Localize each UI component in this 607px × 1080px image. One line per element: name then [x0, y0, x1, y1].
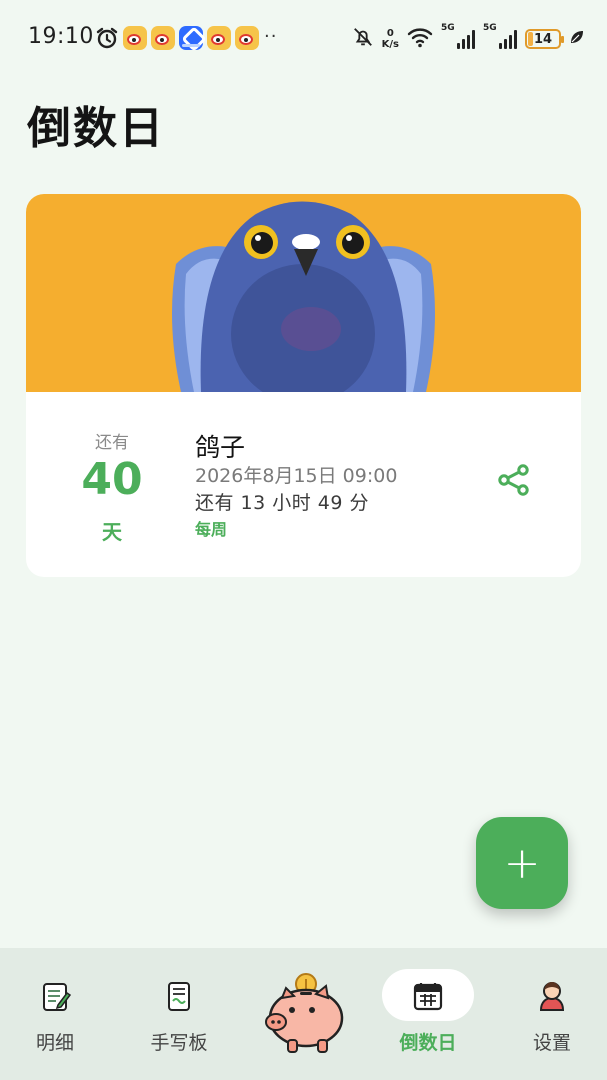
piggy-bank-icon: [265, 973, 344, 1053]
nav-label-settings: 设置: [532, 1032, 571, 1054]
nav-label-notepad: 手写板: [150, 1032, 208, 1054]
weibo-icon: [151, 26, 175, 50]
app-icon: [179, 26, 203, 50]
event-datetime: 2026年8月15日 09:00: [195, 465, 398, 487]
plus-icon: +: [503, 837, 541, 889]
add-event-button[interactable]: +: [476, 817, 568, 909]
net-speed-value: 0: [386, 28, 394, 39]
leaf-icon: [569, 29, 585, 49]
days-unit: 天: [102, 520, 122, 544]
remain-label: 还有: [95, 433, 129, 453]
status-right-group: 0 K/s 5G 5G 14: [352, 22, 585, 56]
event-name: 鸽子: [195, 433, 246, 462]
weibo-icon: [123, 26, 147, 50]
signal-2-icon: 5G: [483, 23, 517, 49]
signal-1-icon: 5G: [441, 23, 475, 49]
more-notifications-indicator: ··: [264, 26, 278, 47]
days-remaining: 40: [81, 454, 143, 505]
nav-label-details: 明细: [35, 1032, 74, 1054]
signal-1-label: 5G: [441, 23, 455, 33]
share-button[interactable]: [494, 460, 534, 500]
wifi-icon: [407, 26, 433, 52]
mute-icon: [352, 26, 374, 52]
event-banner-image: [26, 194, 581, 392]
status-time: 19:10: [28, 24, 94, 49]
event-countdown: 还有 13 小时 49 分: [195, 492, 370, 514]
page-title: 倒数日: [27, 103, 165, 154]
notepad-icon: [161, 978, 197, 1014]
calendar-icon: [410, 978, 446, 1014]
nav-item-notepad[interactable]: 手写板: [144, 948, 214, 1080]
screen: 19:10 ·· 0 K/s 5G 5G 14 倒数日 还有 40 天 鸽子 2…: [0, 0, 607, 1080]
event-repeat: 每周: [195, 520, 228, 539]
signal-2-label: 5G: [483, 23, 497, 33]
net-speed: 0 K/s: [382, 28, 399, 50]
user-avatar-icon: [534, 978, 570, 1014]
nav-item-details[interactable]: 明细: [20, 948, 90, 1080]
nav-item-countdown[interactable]: 倒数日: [382, 948, 474, 1080]
nav-item-settings[interactable]: 设置: [517, 948, 587, 1080]
pigeon-illustration: [172, 201, 435, 392]
weibo-icon: [207, 26, 231, 50]
status-bar: 19:10 ·· 0 K/s 5G 5G 14: [0, 0, 607, 78]
weibo-icon: [235, 26, 259, 50]
piggy-bank-button[interactable]: [260, 972, 350, 1056]
countdown-event-card[interactable]: 还有 40 天 鸽子 2026年8月15日 09:00 还有 13 小时 49 …: [26, 194, 581, 577]
share-icon: [498, 464, 529, 496]
net-speed-unit: K/s: [381, 39, 399, 50]
battery-level: 14: [533, 31, 553, 47]
nav-label-countdown: 倒数日: [399, 1032, 457, 1054]
alarm-icon: [95, 26, 119, 50]
battery-icon: 14: [525, 29, 564, 49]
ledger-icon: [37, 978, 73, 1014]
